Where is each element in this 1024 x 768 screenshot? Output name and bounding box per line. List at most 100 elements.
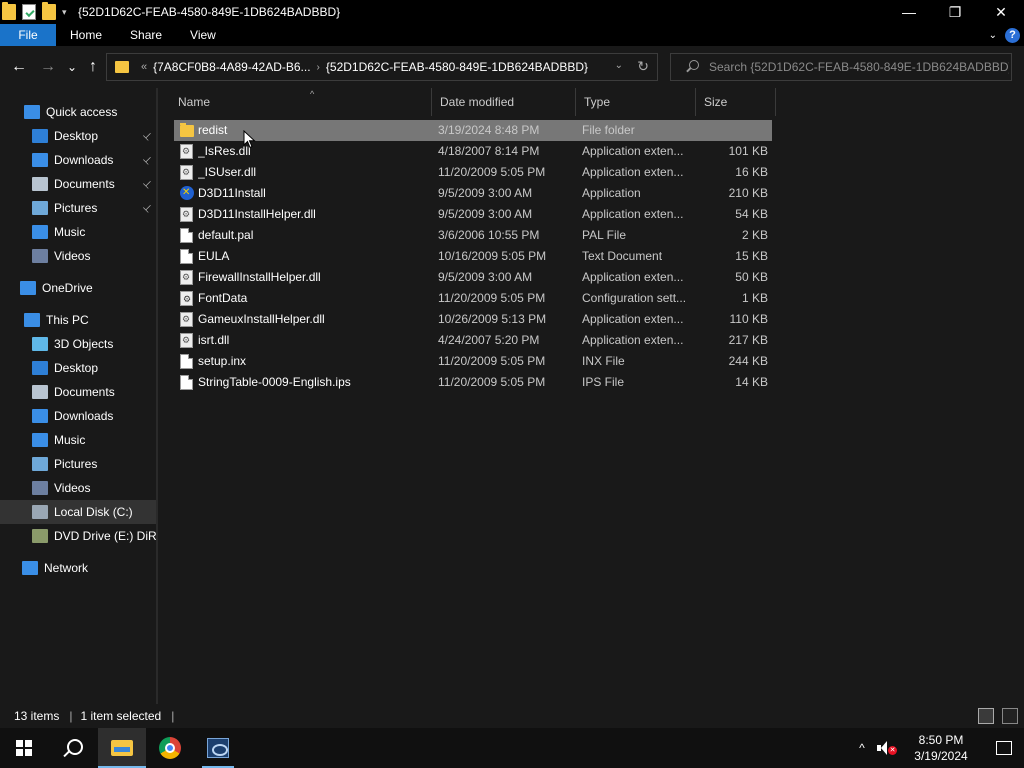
sidebar-item-pictures[interactable]: Pictures [0,452,156,476]
table-row[interactable]: _IsRes.dll 4/18/2007 8:14 PM Application e… [174,141,772,162]
sidebar-item-quick-access[interactable]: Quick access [0,100,156,124]
table-row[interactable]: setup.inx 11/20/2009 5:05 PM INX File 244 K… [174,351,772,372]
search-icon [63,739,83,757]
column-header-date-modified[interactable]: Date modified [432,88,576,116]
help-icon[interactable]: ? [1005,27,1020,43]
sidebar-item-downloads[interactable]: Downloads ⊥ [0,148,156,172]
table-row[interactable]: _ISUser.dll 11/20/2009 5:05 PM Application… [174,162,772,183]
dll-file-icon [180,165,193,180]
file-type: Application exten... [582,333,684,347]
restore-button[interactable]: ❐ [932,0,978,24]
sidebar-item-onedrive[interactable]: OneDrive [0,276,156,300]
table-row[interactable]: default.pal 3/6/2006 10:55 PM PAL File 2 KB [174,225,772,246]
sidebar-item-3d-objects[interactable]: 3D Objects [0,332,156,356]
recent-locations-button[interactable]: ⌄ [61,56,83,78]
tab-view[interactable]: View [176,24,230,46]
sidebar-item-network[interactable]: Network [0,556,156,580]
file-date-modified: 4/24/2007 5:20 PM [438,333,540,347]
table-row[interactable]: redist 3/19/2024 8:48 PM File folder [174,120,772,141]
customize-toolbar-chevron-icon[interactable]: ▾ [62,7,72,18]
sidebar-item-this-pc[interactable]: This PC [0,308,156,332]
sidebar-item-label: Pictures [54,457,98,471]
column-header-label: Name [178,95,211,109]
pictures-icon [32,201,48,215]
search-input[interactable] [709,60,1009,74]
column-header-size[interactable]: Size [696,88,776,116]
file-name: D3D11Install [198,186,266,200]
show-hidden-icons-chevron-icon[interactable]: ^ [850,728,874,768]
close-button[interactable]: ✕ [978,0,1024,24]
sidebar-item-documents[interactable]: Documents ⊥ [0,172,156,196]
file-size: 16 KB [735,165,768,179]
minimize-button[interactable]: — [886,0,932,24]
sidebar-item-documents[interactable]: Documents [0,380,156,404]
back-button[interactable]: ← [8,56,30,78]
sidebar-item-label: Music [54,225,86,239]
sidebar-item-desktop[interactable]: Desktop [0,356,156,380]
sidebar-item-videos[interactable]: Videos [0,244,156,268]
sidebar-item-music[interactable]: Music [0,428,156,452]
pin-icon: ⊥ [140,201,155,215]
notifications-button[interactable] [984,728,1024,768]
pictures-icon [32,457,48,471]
tab-share[interactable]: Share [116,24,176,46]
address-overflow[interactable]: « [141,61,147,73]
search-button[interactable] [48,728,96,768]
desktop-icon [32,129,48,143]
file-date-modified: 11/20/2009 5:05 PM [438,375,546,389]
table-row[interactable]: FontData 11/20/2009 5:05 PM Configuration … [174,288,772,309]
table-row[interactable]: D3D11Install 9/5/2009 3:00 AM Application 2… [174,183,772,204]
column-header-name[interactable]: ^ Name [170,88,432,116]
status-bar: 13 items | 1 item selected | [0,704,1024,728]
table-row[interactable]: StringTable-0009-English.ips 11/20/2009 5… [174,372,772,393]
clock-time: 8:50 PM [918,733,964,747]
start-button[interactable] [0,728,48,768]
sidebar-item-dvd-drive-e-dirt2[interactable]: DVD Drive (E:) DiRT2 [0,524,156,548]
taskbar-chrome[interactable] [146,728,194,768]
taskbar-setup[interactable] [194,728,242,768]
file-type: PAL File [582,228,627,242]
details-view-icon[interactable] [978,708,994,724]
onedrive-icon [20,281,36,295]
table-row[interactable]: FirewallInstallHelper.dll 9/5/2009 3:00 A… [174,267,772,288]
breadcrumb-parent[interactable]: {7A8CF0B8-4A89-42AD-B6... [153,60,310,74]
properties-icon[interactable] [22,4,36,20]
tab-file[interactable]: File [0,24,56,46]
column-header-type[interactable]: Type [576,88,696,116]
table-row[interactable]: EULA 10/16/2009 5:05 PM Text Document 15 KB [174,246,772,267]
file-size: 1 KB [741,291,768,305]
clock[interactable]: 8:50 PM 3/19/2024 [898,732,984,764]
file-type: Application exten... [582,207,684,221]
item-count: 13 items [14,709,60,723]
refresh-icon[interactable]: ↻ [637,58,649,75]
file-date-modified: 11/20/2009 5:05 PM [438,165,546,179]
large-icons-view-icon[interactable] [1002,708,1018,724]
table-row[interactable]: isrt.dll 4/24/2007 5:20 PM Application ext… [174,330,772,351]
expand-ribbon-chevron-icon[interactable]: ⌄ [989,30,997,41]
sidebar-item-desktop[interactable]: Desktop ⊥ [0,124,156,148]
file-name: setup.inx [198,354,247,368]
address-bar[interactable]: « {7A8CF0B8-4A89-42AD-B6... › {52D1D62C-… [106,53,658,81]
up-button[interactable]: ↑ [82,56,104,78]
music-icon [32,433,48,447]
sidebar-item-pictures[interactable]: Pictures ⊥ [0,196,156,220]
sidebar-item-label: Music [54,433,86,447]
sidebar-item-videos[interactable]: Videos [0,476,156,500]
table-row[interactable]: GameuxInstallHelper.dll 10/26/2009 5:13 P… [174,309,772,330]
new-folder-icon[interactable] [42,2,56,20]
pin-icon: ⊥ [140,177,155,191]
taskbar-file-explorer[interactable] [98,728,146,768]
file-size: 210 KB [728,186,768,200]
chrome-icon [159,737,181,759]
address-dropdown-icon[interactable]: ⌄ [615,60,623,71]
sidebar-item-downloads[interactable]: Downloads [0,404,156,428]
breadcrumb-chevron-icon[interactable]: › [317,62,320,73]
search-box[interactable] [670,53,1012,81]
volume-muted-icon[interactable]: ✕ [874,728,898,768]
table-row[interactable]: D3D11InstallHelper.dll 9/5/2009 3:00 AM Ap… [174,204,772,225]
sidebar-item-local-disk-c[interactable]: Local Disk (C:) [0,500,156,524]
forward-button[interactable]: → [37,56,59,78]
sidebar-item-music[interactable]: Music [0,220,156,244]
breadcrumb-current[interactable]: {52D1D62C-FEAB-4580-849E-1DB624BADBBD} [326,60,588,74]
tab-home[interactable]: Home [56,24,116,46]
